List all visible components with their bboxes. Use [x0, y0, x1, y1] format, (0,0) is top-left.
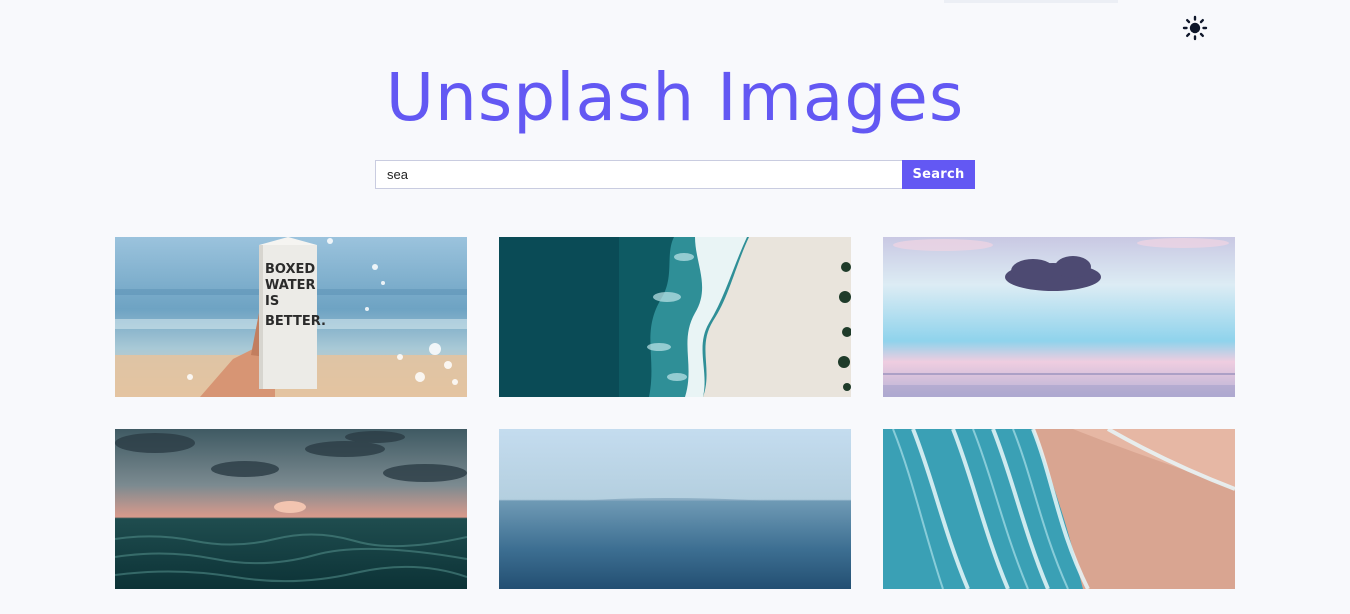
gallery-image-sunset-sea[interactable]	[115, 429, 467, 589]
svg-text:BETTER.: BETTER.	[265, 314, 326, 329]
svg-text:IS: IS	[265, 294, 279, 309]
image-pink-beach	[883, 429, 1235, 589]
search-input[interactable]	[375, 160, 902, 189]
image-boxed-water: BOXED WATER IS BETTER.	[115, 237, 467, 397]
gallery-image-aerial-waves[interactable]	[499, 237, 851, 397]
top-strip	[944, 0, 1118, 3]
search-button[interactable]: Search	[902, 160, 975, 189]
svg-text:WATER: WATER	[265, 278, 316, 293]
gallery-image-pink-beach[interactable]	[883, 429, 1235, 589]
image-gallery: BOXED WATER IS BETTER.	[115, 237, 1235, 589]
image-pastel-cloud	[883, 237, 1235, 397]
theme-toggle-button[interactable]	[1181, 14, 1209, 42]
gallery-image-boxed-water[interactable]: BOXED WATER IS BETTER.	[115, 237, 467, 397]
page-title: Unsplash Images	[385, 59, 965, 136]
image-sunset-sea	[115, 429, 467, 589]
image-aerial-waves	[499, 237, 851, 397]
sun-icon	[1182, 15, 1208, 41]
gallery-image-calm-sea[interactable]	[499, 429, 851, 589]
svg-text:BOXED: BOXED	[265, 262, 315, 277]
search-form: Search	[375, 160, 975, 189]
image-calm-sea	[499, 429, 851, 589]
gallery-image-pastel-cloud[interactable]	[883, 237, 1235, 397]
